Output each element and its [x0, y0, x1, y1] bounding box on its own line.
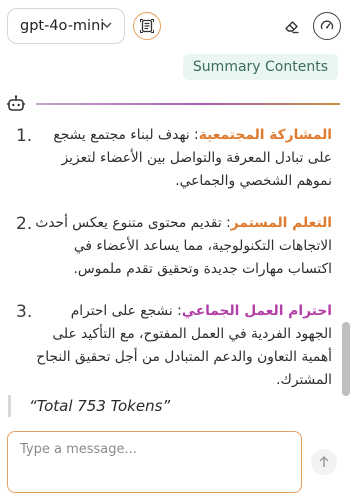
list-item-text: المشاركة المجتمعية: نهدف لبناء مجتمع يشج… [30, 124, 332, 193]
top-bar: gpt-4o-mini [0, 0, 350, 52]
summary-contents-badge[interactable]: Summary Contents [182, 54, 338, 80]
response-list: 1. المشاركة المجتمعية: نهدف لبناء مجتمع … [10, 124, 332, 388]
eraser-icon [285, 21, 299, 34]
list-item: 1. المشاركة المجتمعية: نهدف لبناء مجتمع … [10, 124, 332, 212]
arrow-up-icon [319, 455, 329, 467]
assistant-message-header [6, 94, 340, 114]
send-button[interactable] [311, 449, 337, 475]
list-item: 2. التعلم المستمر: تقديم محتوى متنوع يعك… [10, 212, 332, 300]
list-item-keyword: احترام العمل الجماعي [181, 303, 332, 319]
token-count-quote: “Total 753 Tokens” [8, 395, 170, 417]
speedometer-icon [320, 20, 334, 30]
document-scan-icon [140, 19, 154, 33]
list-item-keyword: المشاركة المجتمعية [198, 127, 332, 143]
chevron-down-icon [102, 22, 112, 28]
model-selector[interactable]: gpt-4o-mini [7, 8, 125, 44]
eraser-button[interactable] [278, 12, 306, 40]
document-scan-button[interactable] [133, 12, 161, 40]
scrollbar-thumb[interactable] [342, 322, 350, 396]
bot-icon [7, 95, 25, 111]
message-divider [36, 103, 340, 105]
message-input[interactable] [20, 442, 292, 482]
list-item: 3. احترام العمل الجماعي: نشجع على احترام… [10, 300, 332, 388]
list-item-text: احترام العمل الجماعي: نشجع على احترام ال… [30, 300, 332, 392]
speedometer-button[interactable] [313, 12, 341, 40]
list-item-keyword: التعلم المستمر [230, 215, 332, 231]
model-selector-label: gpt-4o-mini [20, 18, 105, 34]
message-input-box [7, 431, 302, 493]
list-item-text: التعلم المستمر: تقديم محتوى متنوع يعكس أ… [30, 212, 332, 281]
